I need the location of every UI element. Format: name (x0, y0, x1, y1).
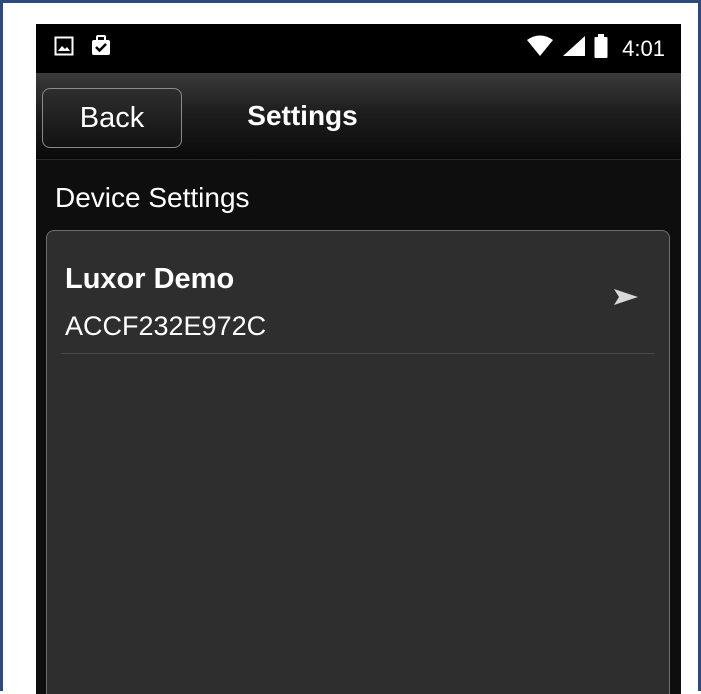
device-name: Luxor Demo (65, 263, 235, 295)
clipboard-check-icon (90, 35, 112, 62)
wifi-icon (526, 35, 554, 62)
app-frame: 4:01 Back Settings Device Settings Luxor… (0, 0, 701, 694)
section-title: Device Settings (55, 182, 250, 213)
title-bar: Back Settings (36, 73, 681, 160)
play-arrow-icon (613, 287, 639, 312)
phone-screen: 4:01 Back Settings Device Settings Luxor… (36, 24, 681, 694)
status-bar-right: 4:01 (526, 24, 665, 73)
device-list-item[interactable]: Luxor Demo ACCF232E972C (47, 231, 669, 355)
signal-icon (562, 35, 586, 62)
status-time: 4:01 (622, 35, 665, 61)
content-area: Device Settings Luxor Demo ACCF232E972C (36, 160, 681, 694)
back-button[interactable]: Back (42, 88, 182, 148)
device-id: ACCF232E972C (65, 311, 267, 341)
device-list: Luxor Demo ACCF232E972C (46, 230, 670, 694)
battery-icon (594, 33, 608, 64)
image-icon (54, 36, 74, 61)
page-title-text: Settings (247, 100, 358, 131)
status-bar: 4:01 (36, 24, 681, 73)
status-bar-left (54, 24, 112, 73)
row-divider (61, 353, 655, 354)
